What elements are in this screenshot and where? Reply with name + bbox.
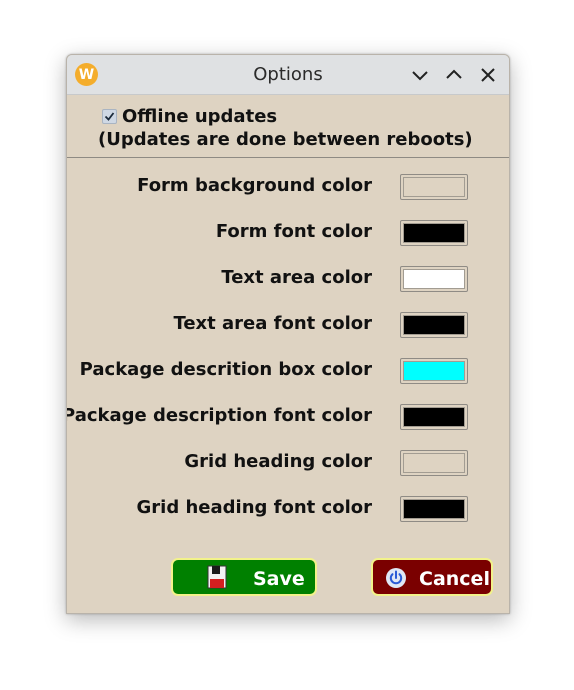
options-window: W Options Offline updates (Updates are d… — [66, 54, 510, 614]
text-area-font-color-swatch[interactable] — [400, 312, 468, 338]
text-area-font-color-label: Text area font color — [173, 313, 372, 334]
text-area-color-swatch[interactable] — [400, 266, 468, 292]
offline-updates-panel: Offline updates (Updates are done betwee… — [67, 95, 509, 158]
close-icon[interactable] — [478, 65, 498, 85]
package-description-font-color-label: Package description font color — [66, 405, 372, 426]
cancel-button-label: Cancel — [419, 568, 490, 590]
swatch-fill — [403, 315, 465, 335]
offline-updates-checkbox[interactable] — [102, 109, 117, 124]
save-button[interactable]: Save — [171, 558, 317, 596]
swatch-fill — [403, 499, 465, 519]
offline-updates-label[interactable]: Offline updates — [122, 106, 277, 127]
swatch-fill — [403, 361, 465, 381]
form-background-color-swatch[interactable] — [400, 174, 468, 200]
title-bar: W Options — [67, 55, 509, 95]
package-description-box-color-label: Package descrition box color — [79, 359, 372, 380]
floppy-disk-icon — [207, 565, 227, 594]
minimize-icon[interactable] — [410, 65, 430, 85]
offline-updates-sublabel: (Updates are done between reboots) — [98, 129, 473, 150]
swatch-fill — [403, 453, 465, 473]
save-button-label: Save — [253, 568, 305, 590]
form-font-color-label: Form font color — [215, 221, 372, 242]
grid-heading-font-color-label: Grid heading font color — [136, 497, 373, 518]
grid-heading-font-color-swatch[interactable] — [400, 496, 468, 522]
power-icon — [385, 567, 407, 594]
text-area-color-label: Text area color — [221, 267, 372, 288]
form-background-color-label: Form background color — [137, 175, 372, 196]
package-description-box-color-swatch[interactable] — [400, 358, 468, 384]
swatch-fill — [403, 269, 465, 289]
form-font-color-swatch[interactable] — [400, 220, 468, 246]
swatch-fill — [403, 407, 465, 427]
grid-heading-color-swatch[interactable] — [400, 450, 468, 476]
swatch-fill — [403, 223, 465, 243]
grid-heading-color-label: Grid heading color — [184, 451, 372, 472]
package-description-font-color-swatch[interactable] — [400, 404, 468, 430]
window-title: Options — [253, 64, 323, 85]
swatch-fill — [403, 177, 465, 197]
cancel-button[interactable]: Cancel — [371, 558, 493, 596]
maximize-icon[interactable] — [444, 65, 464, 85]
